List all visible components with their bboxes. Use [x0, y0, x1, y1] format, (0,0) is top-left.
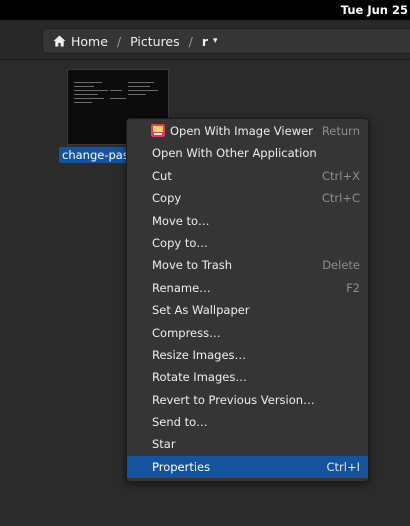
top-bar: Tue Jun 25 [0, 0, 410, 20]
menu-item-label: Move to… [152, 213, 210, 228]
menu-item-revert-to-previous-version[interactable]: Revert to Previous Version… [127, 389, 368, 411]
menu-item-copy-to[interactable]: Copy to… [127, 232, 368, 254]
menu-item-label: Cut [152, 168, 172, 183]
context-menu: Open With Image Viewer Return Open With Ot… [126, 118, 369, 482]
path-separator: / [188, 33, 193, 49]
clock[interactable]: Tue Jun 25 [341, 0, 410, 20]
menu-item-rotate-images[interactable]: Rotate Images… [127, 366, 368, 388]
menu-item-properties[interactable]: Properties Ctrl+I [127, 455, 368, 479]
menu-item-send-to[interactable]: Send to… [127, 411, 368, 433]
path-separator: / [116, 33, 122, 49]
menu-item-shortcut: Ctrl+C [321, 191, 360, 206]
menu-item-move-to[interactable]: Move to… [127, 210, 368, 232]
menu-item-shortcut: Return [321, 124, 360, 138]
menu-item-copy[interactable]: Copy Ctrl+C [127, 187, 368, 209]
menu-item-open-with-image-viewer[interactable]: Open With Image Viewer Return [127, 120, 368, 142]
menu-item-label: Rotate Images… [152, 370, 247, 385]
menu-item-cut[interactable]: Cut Ctrl+X [127, 165, 368, 187]
menu-item-set-as-wallpaper[interactable]: Set As Wallpaper [127, 299, 368, 321]
menu-item-compress[interactable]: Compress… [127, 322, 368, 344]
header-bar: Home / Pictures / r ▾ [0, 20, 410, 60]
menu-item-label: Send to… [152, 415, 208, 430]
menu-item-shortcut: Ctrl+I [326, 459, 361, 474]
menu-item-shortcut: Ctrl+X [322, 168, 360, 183]
menu-item-open-with-other-application[interactable]: Open With Other Application [127, 142, 368, 164]
path-home-label: Home [71, 33, 108, 49]
menu-item-resize-images[interactable]: Resize Images… [127, 344, 368, 366]
path-current-label: r [201, 33, 209, 49]
menu-item-shortcut: F2 [346, 280, 360, 295]
path-segment-current[interactable]: r ▾ [202, 34, 218, 49]
chevron-down-icon: ▾ [213, 36, 218, 46]
path-bar: Home / Pictures / r ▾ [42, 28, 410, 54]
menu-item-label: Copy to… [152, 235, 208, 250]
menu-item-move-to-trash[interactable]: Move to Trash Delete [127, 254, 368, 276]
menu-item-label: Open With Other Application [152, 146, 317, 161]
menu-item-label: Rename… [152, 280, 211, 295]
menu-item-label: Star [152, 437, 176, 452]
menu-item-label: Open With Image Viewer [170, 124, 313, 138]
menu-item-label: Move to Trash [152, 258, 233, 273]
menu-item-label: Revert to Previous Version… [152, 392, 315, 407]
path-segment-pictures[interactable]: Pictures [130, 34, 180, 49]
menu-item-label: Resize Images… [152, 347, 247, 362]
menu-item-rename[interactable]: Rename… F2 [127, 277, 368, 299]
menu-item-label: Compress… [152, 325, 221, 340]
image-viewer-icon [151, 124, 165, 137]
menu-item-star[interactable]: Star [127, 433, 368, 455]
menu-item-shortcut: Delete [322, 258, 360, 273]
path-segment-home[interactable]: Home [43, 34, 108, 49]
home-icon [53, 35, 66, 47]
menu-item-label: Properties [152, 459, 211, 474]
file-name-label[interactable]: change-pas [59, 147, 129, 163]
menu-item-label: Copy [152, 191, 182, 206]
menu-item-label: Set As Wallpaper [152, 303, 250, 318]
